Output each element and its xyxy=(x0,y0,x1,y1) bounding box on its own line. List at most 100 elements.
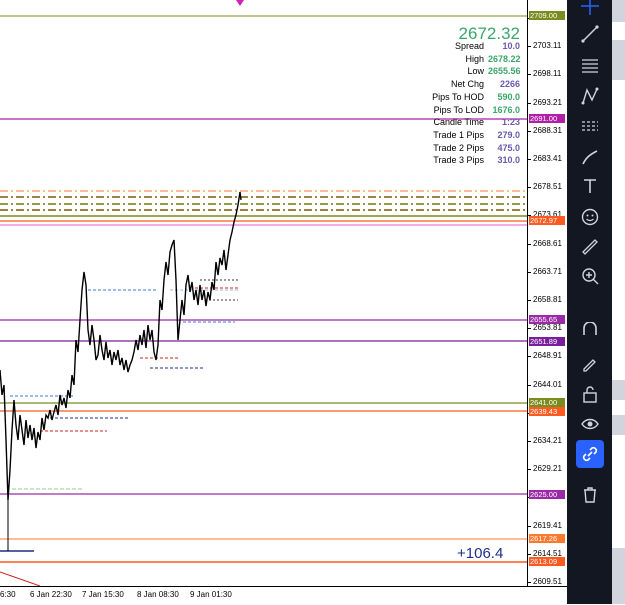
unlock-tool[interactable] xyxy=(576,380,604,408)
chart-area[interactable]: 2672.32 Spread 10.0 High 2678.22 Low 2655.56 N… xyxy=(0,0,527,586)
trendline-icon xyxy=(580,25,600,48)
price-tick-mark xyxy=(528,243,531,245)
price-tick-mark xyxy=(528,271,531,273)
profit-label: +106.4 xyxy=(457,545,504,562)
info-row-value: 1676.0 xyxy=(492,104,520,115)
price-tick-label: 2688.31 xyxy=(533,125,562,135)
zoom-in-tool[interactable] xyxy=(576,262,604,290)
price-series xyxy=(0,191,242,501)
info-row-value: 10.0 xyxy=(502,41,520,51)
price-tick-mark xyxy=(528,74,531,76)
info-row-value: 2266 xyxy=(499,79,520,90)
price-tick-mark xyxy=(528,469,531,471)
price-tick-label: 2609.51 xyxy=(533,577,562,586)
info-row-value: 475.0 xyxy=(497,142,520,153)
magnet-tool[interactable] xyxy=(576,318,604,346)
price-tick-label: 2668.61 xyxy=(533,238,562,248)
price-tick-mark xyxy=(528,300,531,301)
info-row: Trade 3 Pips 310.0 xyxy=(433,155,520,165)
crosshair-tool[interactable] xyxy=(576,0,604,20)
time-label: 6:30 xyxy=(0,590,16,599)
info-row-label: Spread xyxy=(454,41,484,51)
info-row-label: Trade 1 Pips xyxy=(433,129,484,140)
unlock-icon xyxy=(580,386,600,408)
zoom-in-icon xyxy=(580,268,600,290)
channel-icon xyxy=(580,121,600,140)
info-row-label: Candle Time xyxy=(433,117,484,128)
crosshair-icon xyxy=(580,0,600,20)
text-tool[interactable] xyxy=(576,172,604,200)
info-row: Pips To LOD 1676.0 xyxy=(434,105,520,115)
info-row-value: 310.0 xyxy=(497,155,520,166)
text-icon xyxy=(580,179,600,200)
brush-tool[interactable] xyxy=(576,143,604,171)
session-marker xyxy=(236,0,244,6)
info-row-value: 2655.56 xyxy=(488,66,521,77)
info-row-label: Trade 2 Pips xyxy=(433,142,484,153)
info-row: Trade 2 Pips 475.0 xyxy=(433,143,520,153)
price-tick-mark xyxy=(528,525,531,527)
price-tick-label: 2683.41 xyxy=(533,154,562,163)
level-price-tag: 2617.26 xyxy=(529,534,565,543)
level-price-tag: 2672.97 xyxy=(529,216,565,225)
info-row-value: 590.0 xyxy=(497,91,520,102)
info-row: High 2678.22 xyxy=(465,54,520,64)
level-price-tag: 2651.89 xyxy=(529,337,565,346)
ruler-tool[interactable] xyxy=(576,233,604,261)
price-tick-label: 2634.21 xyxy=(533,436,562,445)
info-row: Pips To HOD 590.0 xyxy=(432,92,520,102)
info-row: Spread 10.0 xyxy=(455,41,520,51)
level-price-tag: 2641.00 xyxy=(529,398,565,407)
price-chart[interactable] xyxy=(0,0,527,586)
price-tick-mark xyxy=(528,356,531,358)
level-price-tag: 2613.09 xyxy=(529,557,565,566)
fib-tool[interactable] xyxy=(576,52,604,80)
emoji-tool[interactable] xyxy=(576,203,604,231)
price-tick-mark xyxy=(528,582,531,583)
pattern-icon xyxy=(580,87,600,110)
fib-icon xyxy=(580,59,600,80)
ruler-icon xyxy=(580,239,600,261)
price-tick-mark xyxy=(528,384,531,386)
trash-tool[interactable] xyxy=(576,481,604,509)
price-tick-mark xyxy=(528,102,531,104)
time-label: 6 Jan 22:30 xyxy=(30,590,72,599)
price-scale[interactable]: 2708.012703.112698.112693.212688.312683.… xyxy=(527,0,568,586)
price-tick-mark xyxy=(528,130,531,132)
eye-icon xyxy=(580,418,600,438)
lock-draw-tool[interactable] xyxy=(576,349,604,377)
trendline-tool[interactable] xyxy=(576,20,604,48)
time-label: 7 Jan 15:30 xyxy=(82,590,124,599)
price-tick-label: 2678.51 xyxy=(533,182,562,192)
price-tick-label: 2629.21 xyxy=(533,464,562,474)
price-tick-label: 2653.81 xyxy=(533,323,562,333)
info-row: Trade 1 Pips 279.0 xyxy=(433,130,520,140)
level-price-tag: 2625.00 xyxy=(529,490,565,499)
info-row: Low 2655.56 xyxy=(467,66,520,76)
eye-tool[interactable] xyxy=(576,410,604,438)
info-row-label: Trade 3 Pips xyxy=(433,155,484,166)
trend-line xyxy=(0,571,41,586)
time-label: 8 Jan 08:30 xyxy=(137,590,179,599)
price-tick-mark xyxy=(528,187,531,189)
price-tick-label: 2703.11 xyxy=(533,41,562,51)
pattern-tool[interactable] xyxy=(576,82,604,110)
price-tick-label: 2648.91 xyxy=(533,351,562,361)
info-row-label: Net Chg xyxy=(450,79,484,90)
price-tick-mark xyxy=(528,441,531,442)
price-tick-mark xyxy=(528,46,531,48)
trash-icon xyxy=(580,487,600,509)
emoji-icon xyxy=(580,208,600,231)
info-row-label: Pips To HOD xyxy=(432,91,484,102)
info-row-value: 279.0 xyxy=(497,129,520,140)
level-price-tag: 2639.43 xyxy=(529,407,565,416)
level-price-tag: 2655.65 xyxy=(529,315,565,324)
time-axis[interactable]: 6:30 6 Jan 22:30 7 Jan 15:30 8 Jan 08:30 9 J… xyxy=(0,586,567,605)
channel-tool[interactable] xyxy=(576,112,604,140)
brush-icon xyxy=(580,150,600,171)
info-row: Candle Time 1:23 xyxy=(433,117,520,127)
magnet-icon xyxy=(580,321,600,346)
price-tick-label: 2663.71 xyxy=(533,266,562,276)
toolbar-scroll-strip xyxy=(612,0,625,604)
link-tool[interactable] xyxy=(576,440,604,468)
